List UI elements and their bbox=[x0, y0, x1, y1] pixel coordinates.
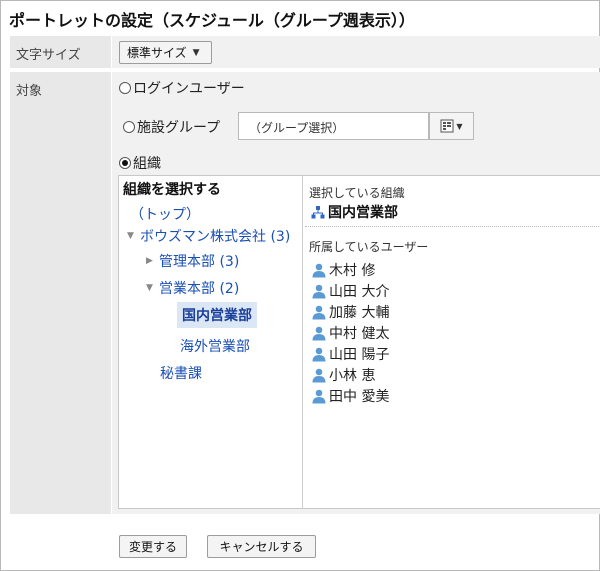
tree-item-secretary[interactable]: 秘書課 bbox=[160, 363, 202, 383]
user-icon bbox=[311, 325, 327, 341]
chevron-down-icon: ▼ bbox=[192, 47, 200, 58]
member-name: 山田 大介 bbox=[329, 284, 390, 300]
group-picker-button[interactable]: ▼ bbox=[429, 112, 474, 140]
selected-org-caption: 選択している組織 bbox=[309, 186, 405, 200]
selected-org-name: 国内営業部 bbox=[328, 205, 398, 221]
expanded-arrow-icon[interactable]: ▼ bbox=[127, 231, 136, 241]
radio-login-user-control[interactable] bbox=[119, 82, 131, 94]
user-icon bbox=[311, 304, 327, 320]
group-select-field[interactable]: （グループ選択） bbox=[238, 112, 429, 140]
org-tree-pane: 組織を選択する （トップ） ▼ ボウズマン株式会社 (3) ▶ 管理本部 (3)… bbox=[119, 176, 303, 508]
selected-org: 国内営業部 bbox=[311, 202, 398, 222]
target-label: 対象 bbox=[10, 72, 111, 514]
member-name: 中村 健太 bbox=[329, 326, 390, 342]
org-tree-icon bbox=[311, 205, 325, 219]
tree-item-label: ボウズマン株式会社 (3) bbox=[140, 229, 291, 245]
portlet-settings-frame: ポートレットの設定（スケジュール（グループ週表示）） 文字サイズ 標準サイズ ▼… bbox=[0, 0, 600, 571]
member-row: 田中 愛美 bbox=[311, 386, 389, 406]
member-row: 山田 大介 bbox=[311, 281, 389, 301]
member-row: 山田 陽子 bbox=[311, 344, 389, 364]
font-size-dropdown[interactable]: 標準サイズ ▼ bbox=[119, 41, 212, 64]
change-button[interactable]: 変更する bbox=[119, 535, 187, 558]
tree-item-company[interactable]: ▼ ボウズマン株式会社 (3) bbox=[127, 226, 290, 246]
member-row: 加藤 大輔 bbox=[311, 302, 389, 322]
user-icon bbox=[311, 367, 327, 383]
tree-item-domestic-sales[interactable]: 国内営業部 bbox=[177, 302, 257, 328]
expanded-arrow-icon[interactable]: ▼ bbox=[146, 283, 155, 293]
member-name: 田中 愛美 bbox=[329, 389, 390, 405]
page-title: ポートレットの設定（スケジュール（グループ週表示）） bbox=[9, 11, 415, 30]
member-name: 加藤 大輔 bbox=[329, 305, 390, 321]
radio-login-user-label: ログインユーザー bbox=[133, 81, 245, 97]
user-icon bbox=[311, 283, 327, 299]
member-name: 山田 陽子 bbox=[329, 347, 390, 363]
group-list-icon: ▼ bbox=[440, 119, 463, 133]
members-caption: 所属しているユーザー bbox=[309, 240, 429, 254]
font-size-selected: 標準サイズ bbox=[127, 46, 187, 60]
collapsed-arrow-icon[interactable]: ▶ bbox=[146, 256, 155, 266]
radio-organization-control[interactable] bbox=[119, 157, 131, 169]
tree-item-label: 管理本部 (3) bbox=[159, 254, 240, 270]
tree-item-label: 秘書課 bbox=[160, 366, 202, 382]
divider bbox=[305, 226, 599, 227]
radio-facility-group-label: 施設グループ bbox=[137, 120, 221, 136]
font-size-label: 文字サイズ bbox=[10, 36, 111, 68]
radio-organization[interactable]: 組織 bbox=[119, 153, 161, 173]
radio-login-user[interactable]: ログインユーザー bbox=[119, 78, 245, 98]
user-icon bbox=[311, 262, 327, 278]
member-row: 中村 健太 bbox=[311, 323, 389, 343]
member-name: 木村 修 bbox=[329, 263, 376, 279]
tree-item-label: （トップ） bbox=[130, 207, 200, 223]
org-tree-heading: 組織を選択する bbox=[123, 182, 221, 198]
tree-item-sales-hq[interactable]: ▼ 営業本部 (2) bbox=[146, 278, 239, 298]
member-name: 小林 恵 bbox=[329, 368, 376, 384]
tree-item-overseas-sales[interactable]: 海外営業部 bbox=[180, 336, 250, 356]
cancel-button[interactable]: キャンセルする bbox=[207, 535, 316, 558]
user-icon bbox=[311, 346, 327, 362]
tree-item-top[interactable]: （トップ） bbox=[130, 204, 200, 224]
tree-item-admin-hq[interactable]: ▶ 管理本部 (3) bbox=[146, 251, 239, 271]
org-selector-panel: 組織を選択する （トップ） ▼ ボウズマン株式会社 (3) ▶ 管理本部 (3)… bbox=[118, 175, 600, 509]
radio-facility-group[interactable]: 施設グループ bbox=[123, 117, 220, 137]
radio-facility-group-control[interactable] bbox=[123, 121, 135, 133]
tree-item-label: 国内営業部 bbox=[182, 308, 252, 324]
member-row: 木村 修 bbox=[311, 260, 375, 280]
tree-item-label: 海外営業部 bbox=[180, 339, 250, 355]
radio-organization-label: 組織 bbox=[133, 156, 161, 172]
tree-item-label: 営業本部 (2) bbox=[159, 281, 240, 297]
user-icon bbox=[311, 388, 327, 404]
member-row: 小林 恵 bbox=[311, 365, 375, 385]
